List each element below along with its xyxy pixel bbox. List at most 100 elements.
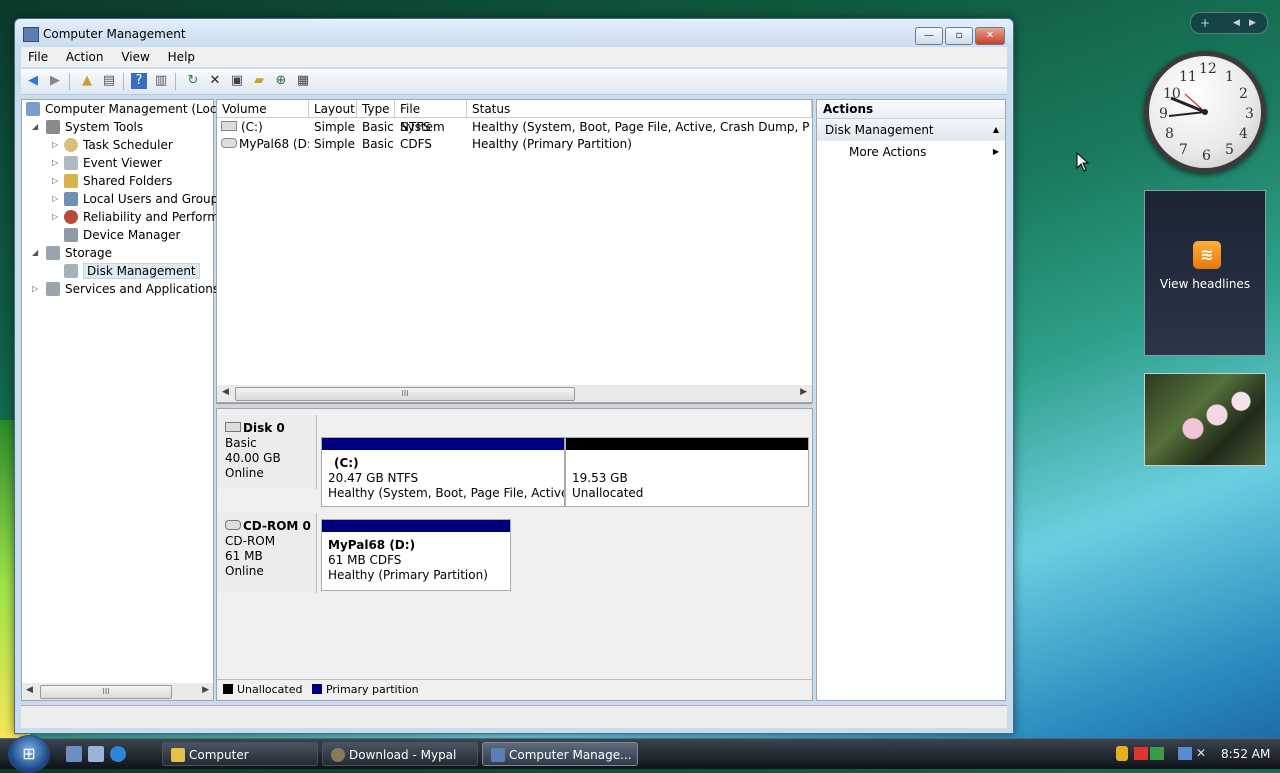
show-desktop-icon[interactable] (66, 746, 82, 762)
scroll-thumb[interactable]: III (235, 387, 575, 401)
tree-item-services[interactable]: Services and Applications (46, 280, 219, 298)
volume-name: MyPal68 (D:) (239, 137, 309, 151)
expand-arrow-icon[interactable]: ▷ (52, 136, 62, 154)
type-cell: Basic (362, 137, 394, 151)
properties-icon[interactable]: ▣ (229, 73, 245, 89)
tree-item-local-users[interactable]: Local Users and Groups (64, 190, 225, 208)
security-shield-icon[interactable] (1116, 746, 1128, 761)
partition-size: 20.47 GB NTFS (328, 471, 419, 485)
internet-explorer-icon[interactable] (110, 746, 126, 762)
toolbar: ◀ ▶ ▲ ▤ ? ▥ ↻ ✕ ▣ ▰ ⊕ ▦ (21, 69, 1007, 95)
slideshow-gadget[interactable] (1144, 373, 1266, 466)
open-icon[interactable]: ▰ (251, 73, 267, 89)
menu-view[interactable]: View (114, 47, 156, 67)
partition-c[interactable]: (C:) 20.47 GB NTFS Healthy (System, Boot… (321, 437, 565, 507)
more-actions-item[interactable]: More Actions ▶ (817, 141, 1005, 163)
forward-icon[interactable]: ▶ (47, 73, 63, 89)
clock-number: 4 (1239, 126, 1248, 142)
column-file-system[interactable]: File System (395, 100, 467, 134)
scroll-left-icon[interactable]: ◀ (222, 387, 229, 397)
tree-item-shared-folders[interactable]: Shared Folders (64, 172, 172, 190)
scroll-left-icon[interactable]: ◀ (26, 685, 33, 695)
menu-file[interactable]: File (21, 47, 55, 67)
disk-settings-icon[interactable]: ▦ (295, 73, 311, 89)
clock-number: 12 (1199, 61, 1217, 77)
expand-arrow-icon[interactable]: ▷ (52, 190, 62, 208)
minimize-button[interactable]: — (915, 27, 943, 45)
previous-page-icon[interactable]: ◀ (1233, 13, 1240, 33)
column-layout[interactable]: Layout (309, 100, 357, 118)
expand-arrow-icon[interactable]: ▷ (32, 280, 42, 298)
start-button[interactable]: ⊞ (8, 735, 50, 773)
clock-number: 6 (1202, 148, 1211, 164)
volume-cell: (C:) (221, 119, 309, 136)
refresh-icon[interactable]: ↻ (185, 73, 201, 89)
taskbar-download-mypal[interactable]: Download - Mypal (322, 742, 478, 766)
expand-arrow-icon[interactable]: ▷ (52, 208, 62, 226)
disk-size: 61 MB (225, 549, 263, 563)
view-headlines-link[interactable]: View headlines (1145, 277, 1265, 291)
show-hide-tree-icon[interactable]: ▤ (101, 73, 117, 89)
expand-arrow-icon[interactable]: ▷ (52, 172, 62, 190)
column-status[interactable]: Status (467, 100, 812, 118)
expand-arrow-icon[interactable]: ▷ (52, 154, 62, 172)
close-button[interactable]: ✕ (975, 27, 1005, 45)
users-icon (64, 192, 78, 206)
tree-item-storage[interactable]: Storage (46, 244, 112, 262)
volume-muted-icon[interactable]: ✕ (1196, 746, 1206, 760)
collapse-arrow-icon[interactable]: ◢ (32, 244, 42, 262)
column-type[interactable]: Type (357, 100, 395, 118)
switch-windows-icon[interactable] (88, 746, 104, 762)
up-folder-icon[interactable]: ▲ (79, 73, 95, 89)
actions-header: Actions (817, 100, 1005, 119)
tree-item-task-scheduler[interactable]: Task Scheduler (64, 136, 173, 154)
taskbar-computer[interactable]: Computer (162, 742, 318, 766)
taskbar-computer-management[interactable]: Computer Manage... (482, 742, 638, 766)
menu-action[interactable]: Action (59, 47, 111, 67)
partition-unallocated[interactable]: 19.53 GB Unallocated (565, 437, 809, 507)
warning-icon[interactable] (1134, 747, 1148, 760)
network-icon[interactable] (1150, 747, 1164, 760)
collapse-arrow-icon[interactable]: ◢ (32, 118, 42, 136)
tree-label: Disk Management (83, 263, 200, 279)
add-gadget-icon[interactable]: + (1200, 13, 1210, 33)
delete-icon[interactable]: ✕ (207, 73, 223, 89)
tree-item-reliability[interactable]: Reliability and Performa (64, 208, 226, 226)
taskbar-clock[interactable]: 8:52 AM (1221, 747, 1270, 761)
tree-item-device-manager[interactable]: Device Manager (64, 226, 180, 244)
actions-section-disk-management[interactable]: Disk Management ▲ (817, 119, 1005, 141)
feed-headlines-gadget[interactable]: ≋ View headlines (1144, 190, 1266, 356)
tree-label: Local Users and Groups (83, 192, 225, 206)
tree-label: Shared Folders (83, 174, 173, 188)
tree-item-event-viewer[interactable]: Event Viewer (64, 154, 162, 172)
title-bar[interactable]: Computer Management — ▫ ✕ (15, 19, 1013, 49)
next-page-icon[interactable]: ▶ (1249, 13, 1256, 33)
list-horizontal-scrollbar[interactable]: ◀ III ▶ (217, 385, 812, 402)
back-icon[interactable]: ◀ (25, 73, 41, 89)
tree-item-system-tools[interactable]: System Tools (46, 118, 143, 136)
tree-label: Storage (65, 246, 112, 260)
clock-number: 5 (1225, 142, 1234, 158)
clock-gadget[interactable]: 12 1 2 3 4 5 6 7 8 9 10 11 (1144, 51, 1266, 173)
maximize-button[interactable]: ▫ (945, 27, 973, 45)
help-icon[interactable]: ? (131, 73, 147, 89)
column-volume[interactable]: Volume (217, 100, 309, 118)
tree-item-disk-management[interactable]: Disk Management (64, 262, 200, 280)
collapse-icon[interactable]: ▲ (993, 119, 999, 141)
unallocated-bar (566, 438, 808, 450)
connection-icon[interactable] (1178, 747, 1192, 760)
tree-horizontal-scrollbar[interactable]: ◀ III ▶ (22, 683, 213, 700)
tree-item-computer-management[interactable]: Computer Management (Local (26, 100, 227, 118)
scroll-right-icon[interactable]: ▶ (202, 685, 209, 695)
show-hide-action-pane-icon[interactable]: ▥ (153, 73, 169, 89)
disk-state: Online (225, 466, 264, 480)
scroll-thumb[interactable]: III (40, 685, 172, 699)
search-icon[interactable]: ⊕ (273, 73, 289, 89)
menu-help[interactable]: Help (161, 47, 202, 67)
partition-d[interactable]: MyPal68 (D:) 61 MB CDFS Healthy (Primary… (321, 519, 511, 591)
disk-icon (225, 422, 241, 432)
disk-0-info[interactable]: Disk 0 Basic 40.00 GB Online (217, 415, 317, 489)
cdrom-0-info[interactable]: CD-ROM 0 CD-ROM 61 MB Online (217, 513, 317, 593)
folder-icon (171, 748, 185, 762)
scroll-right-icon[interactable]: ▶ (800, 387, 807, 397)
